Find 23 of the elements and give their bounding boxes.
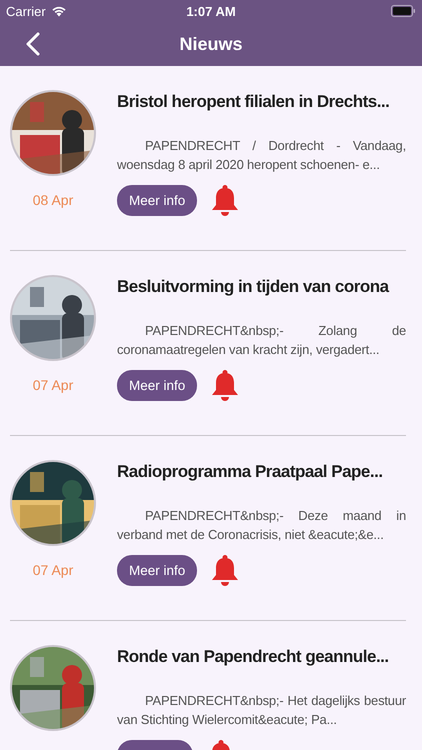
battery-icon	[391, 5, 416, 17]
news-date: 07 Apr	[32, 562, 74, 578]
page-title: Nieuws	[179, 34, 243, 54]
news-date: 08 Apr	[32, 192, 74, 208]
status-time: 1:07 AM	[186, 4, 236, 18]
news-title[interactable]: Bristol heropent filialen in Drechts...	[117, 90, 406, 114]
bell-icon[interactable]	[211, 184, 240, 216]
more-info-button[interactable]: Meer info	[117, 554, 198, 586]
news-title[interactable]: Ronde van Papendrecht geannule...	[117, 645, 406, 669]
bell-icon[interactable]	[211, 369, 240, 401]
news-title[interactable]: Besluitvorming in tijden van corona	[117, 275, 406, 299]
news-summary: PAPENDRECHT&nbsp;- Het dagelijks bestuur van Stichting Wielercomit&eacute; Pa...	[117, 692, 406, 729]
news-summary: PAPENDRECHT&nbsp;- Deze maand in verband met de Coronacrisis, niet &eacute;&e...	[117, 507, 406, 544]
more-info-button[interactable]: Meer info	[117, 184, 198, 216]
bell-icon[interactable]	[211, 554, 240, 586]
carrier-label: Carrier	[6, 4, 46, 18]
news-summary: PAPENDRECHT / Dordrecht - Vandaag, woensdag 8 april 2020 heropent schoenen- e...	[117, 137, 406, 174]
more-info-button[interactable]: Meer info	[117, 370, 198, 400]
back-icon[interactable]	[26, 32, 40, 56]
wifi-icon	[50, 5, 67, 17]
news-summary: PAPENDRECHT&nbsp;- Zolang de coronamaatregelen van kracht zijn, vergadert...	[117, 322, 406, 359]
news-date: 07 Apr	[32, 377, 74, 393]
news-title[interactable]: Radioprogramma Praatpaal Pape...	[117, 460, 406, 484]
